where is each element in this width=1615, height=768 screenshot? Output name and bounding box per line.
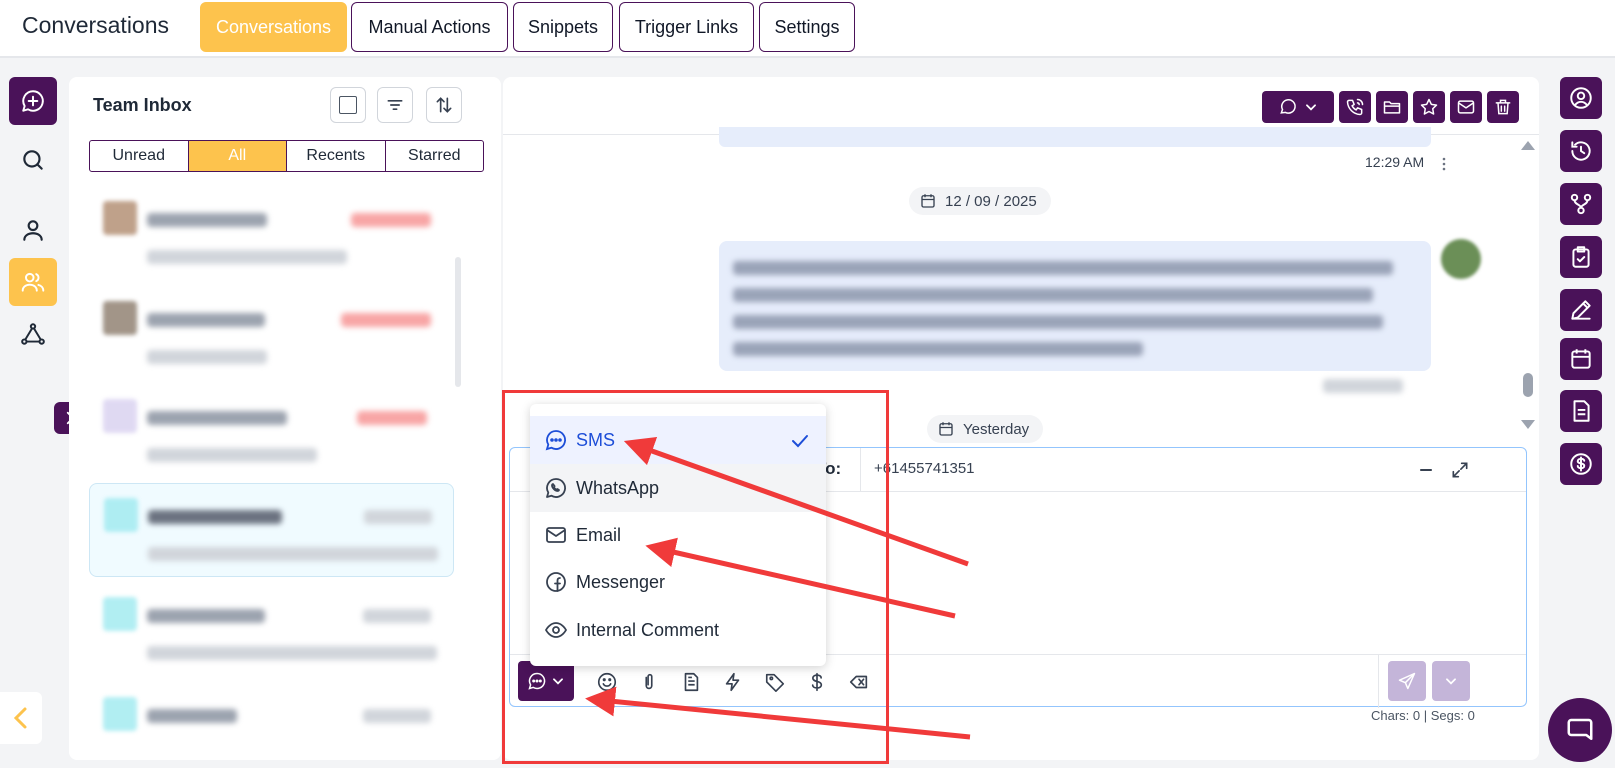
date-text: Yesterday (963, 420, 1030, 438)
send-icon (1397, 671, 1417, 691)
filter-button[interactable] (377, 87, 413, 123)
scroll-up-arrow[interactable] (1521, 141, 1535, 150)
message-time: 12:29 AM (1365, 154, 1425, 170)
search-button[interactable] (9, 136, 57, 184)
workflow-button[interactable] (9, 310, 57, 358)
message-bubble (719, 127, 1431, 147)
call-icon (1345, 97, 1365, 117)
dollar-icon (1568, 451, 1594, 477)
date-separator: Yesterday (927, 415, 1044, 443)
trash-icon (1493, 97, 1513, 117)
back-button[interactable] (0, 692, 42, 744)
conversation-item[interactable] (89, 385, 454, 479)
calendar-icon (919, 192, 937, 210)
filter-icon (385, 95, 405, 115)
avatar (1441, 239, 1481, 279)
date-text: 12 / 09 / 2025 (945, 192, 1037, 210)
calendar-icon (1568, 346, 1594, 372)
avatar (104, 498, 138, 532)
search-icon (20, 147, 46, 173)
email-button[interactable] (1450, 91, 1482, 123)
filter-tab-unread[interactable]: Unread (90, 141, 189, 171)
filter-tab-starred[interactable]: Starred (386, 141, 484, 171)
new-chat-button[interactable] (9, 77, 57, 125)
folder-icon (1382, 97, 1402, 117)
chat-bubble-icon (1565, 715, 1595, 745)
more-options-icon[interactable] (1441, 157, 1447, 171)
tab-snippets[interactable]: Snippets (513, 2, 613, 52)
chat-type-dropdown[interactable] (1262, 91, 1334, 123)
select-all-checkbox[interactable] (330, 87, 366, 123)
tab-settings[interactable]: Settings (759, 2, 855, 52)
folder-button[interactable] (1376, 91, 1408, 123)
pen-icon (1568, 297, 1594, 323)
send-button[interactable] (1388, 661, 1426, 701)
profile-button[interactable] (1560, 77, 1602, 119)
avatar (103, 597, 137, 631)
chat-type-icon (1278, 97, 1298, 117)
conversation-item[interactable] (89, 287, 454, 381)
notes-button[interactable] (1560, 289, 1602, 331)
workflow-icon (20, 321, 46, 347)
sort-button[interactable] (426, 87, 462, 123)
tasks-button[interactable] (1560, 236, 1602, 278)
chevron-left-icon (9, 704, 33, 732)
star-icon (1419, 97, 1439, 117)
contact-icon (20, 217, 46, 243)
character-count: Chars: 0 | Segs: 0 (1371, 708, 1475, 723)
chat-scrollbar[interactable] (1523, 373, 1533, 397)
branch-button[interactable] (1560, 183, 1602, 225)
star-button[interactable] (1413, 91, 1445, 123)
support-chat-button[interactable] (1548, 698, 1612, 762)
document-icon (1568, 398, 1594, 424)
new-chat-icon (20, 88, 46, 114)
minimize-icon[interactable] (1416, 460, 1436, 480)
recipient-number[interactable]: +61455741351 (874, 460, 975, 477)
sort-icon (434, 95, 454, 115)
call-button[interactable] (1339, 91, 1371, 123)
message-bubble (719, 241, 1431, 371)
app-title: Conversations (22, 12, 170, 38)
history-button[interactable] (1560, 130, 1602, 172)
inbox-scrollbar[interactable] (455, 257, 461, 387)
conversation-item[interactable] (89, 187, 454, 281)
checkbox-icon (339, 96, 357, 114)
conversation-item[interactable] (89, 683, 454, 760)
inbox-filter-tabs: Unread All Recents Starred (89, 140, 484, 172)
team-icon (20, 269, 46, 295)
payments-button[interactable] (1560, 443, 1602, 485)
branch-icon (1568, 191, 1594, 217)
date-separator: 12 / 09 / 2025 (909, 187, 1051, 215)
send-options-button[interactable] (1432, 661, 1470, 701)
calendar-icon (937, 420, 955, 438)
filter-tab-all[interactable]: All (188, 141, 287, 171)
user-circle-icon (1568, 85, 1594, 111)
conversation-item-selected[interactable] (89, 483, 454, 577)
tab-trigger-links[interactable]: Trigger Links (619, 2, 754, 52)
top-bar: Conversations Conversations Manual Actio… (0, 0, 1615, 58)
tab-conversations[interactable]: Conversations (200, 2, 347, 52)
team-inbox-button[interactable] (9, 258, 57, 306)
scroll-down-arrow[interactable] (1521, 420, 1535, 429)
avatar (103, 201, 137, 235)
documents-button[interactable] (1560, 390, 1602, 432)
expand-icon[interactable] (1450, 460, 1470, 480)
chevron-down-icon (1304, 100, 1318, 114)
clipboard-check-icon (1568, 244, 1594, 270)
conversation-item[interactable] (89, 583, 454, 677)
tab-manual-actions[interactable]: Manual Actions (351, 2, 508, 52)
chevron-down-icon (1444, 674, 1458, 688)
calendar-button[interactable] (1560, 338, 1602, 380)
annotation-highlight-box (502, 390, 889, 764)
avatar (103, 697, 137, 731)
inbox-title: Team Inbox (93, 95, 192, 115)
avatar (103, 301, 137, 335)
avatar (103, 399, 137, 433)
team-inbox-panel: Team Inbox Unread All Recents Starred (69, 77, 501, 760)
filter-tab-recents[interactable]: Recents (287, 141, 386, 171)
history-icon (1568, 138, 1594, 164)
delete-button[interactable] (1487, 91, 1519, 123)
mail-icon (1456, 97, 1476, 117)
contacts-button[interactable] (9, 206, 57, 254)
